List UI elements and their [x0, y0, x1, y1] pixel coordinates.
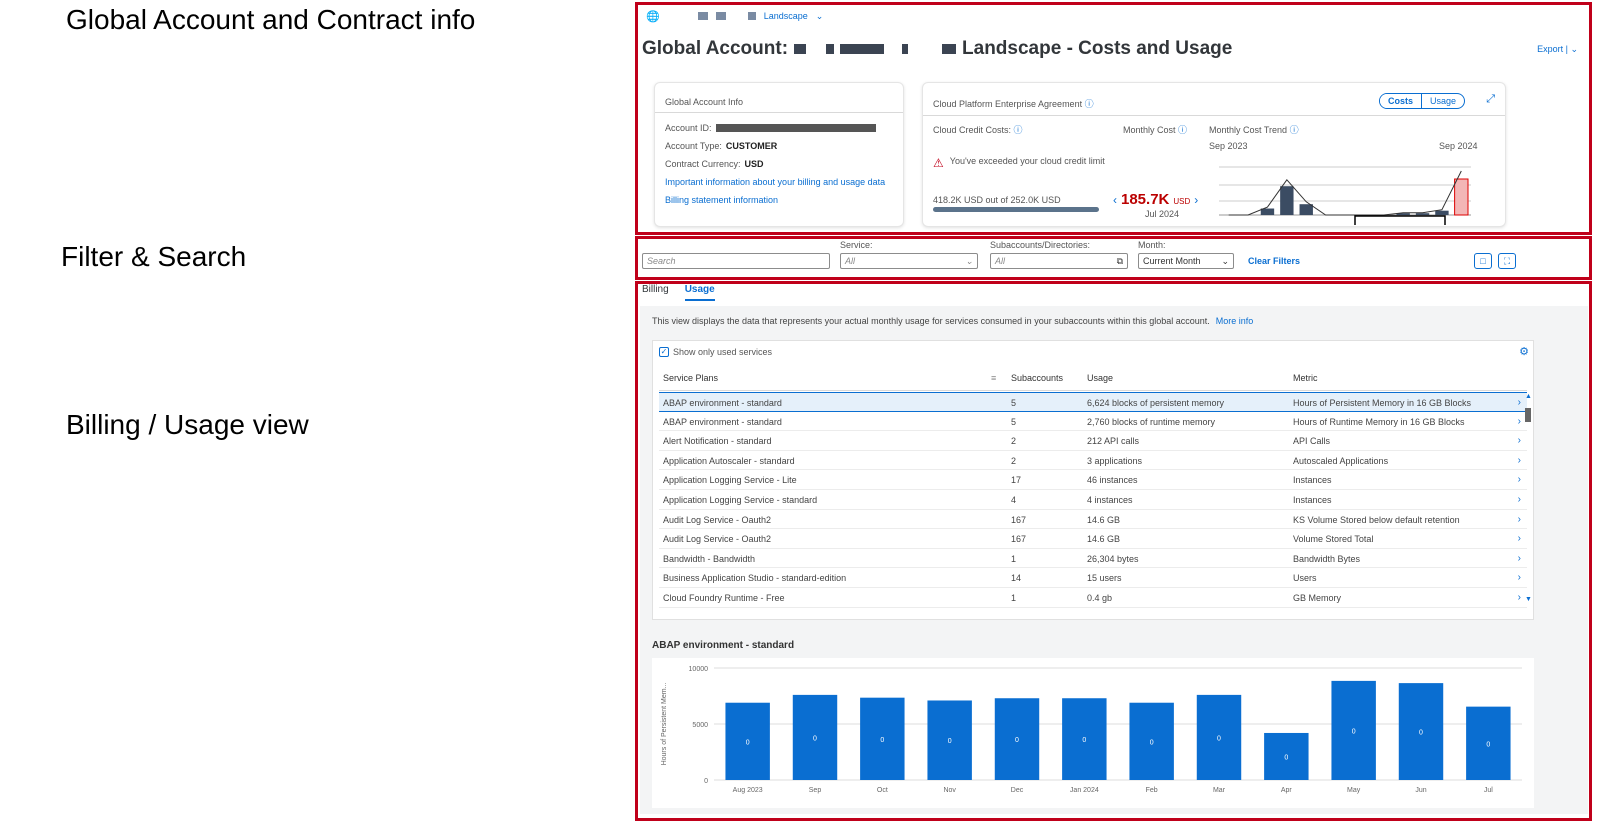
highlight-global-account — [635, 2, 1592, 235]
highlight-filter-search — [635, 236, 1592, 280]
callout-billing-usage: Billing / Usage view — [66, 409, 309, 440]
callout-filter-search: Filter & Search — [61, 241, 247, 272]
callout-global-account: Global Account and Contract info — [66, 4, 476, 35]
highlight-billing-usage — [635, 281, 1592, 821]
